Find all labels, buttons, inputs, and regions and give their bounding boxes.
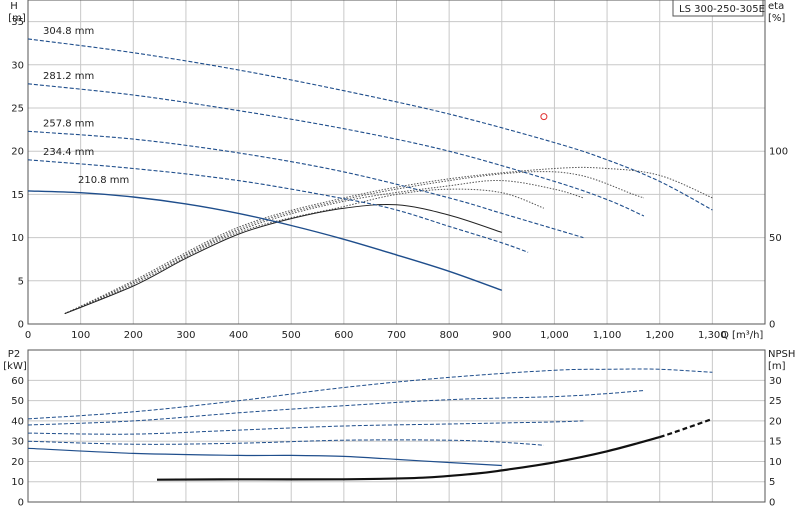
power-curve bbox=[27, 390, 644, 426]
head-curve bbox=[27, 159, 529, 253]
power-axis-label: P2 bbox=[8, 349, 20, 360]
head-curve-label: 304.8 mm bbox=[43, 26, 94, 37]
npsh-axis-label: NPSH bbox=[768, 349, 795, 360]
bottom-right-tick-label: 30 bbox=[769, 376, 782, 387]
top-left-tick-label: 15 bbox=[11, 190, 24, 201]
x-tick-label: 100 bbox=[71, 330, 90, 341]
top-left-tick-label: 25 bbox=[11, 104, 24, 115]
x-tick-label: 1,000 bbox=[540, 330, 569, 341]
head-axis-unit: [m] bbox=[8, 13, 26, 24]
top-right-tick-label: 100 bbox=[769, 147, 788, 158]
bottom-left-tick-label: 40 bbox=[11, 416, 24, 427]
efficiency-curve bbox=[64, 204, 502, 315]
bottom-right-tick-label: 5 bbox=[769, 477, 775, 488]
bottom-left-tick-label: 60 bbox=[11, 376, 24, 387]
npsh-curve bbox=[659, 417, 713, 439]
x-tick-label: 1,100 bbox=[593, 330, 622, 341]
bottom-left-tick-label: 0 bbox=[18, 498, 24, 509]
x-tick-label: 800 bbox=[440, 330, 459, 341]
bottom-left-tick-label: 30 bbox=[11, 437, 24, 448]
power-curve bbox=[27, 368, 713, 420]
top-left-tick-label: 5 bbox=[18, 276, 24, 287]
bottom-right-tick-label: 25 bbox=[769, 396, 782, 407]
top-right-tick-label: 0 bbox=[769, 320, 775, 331]
x-axis-title: Q [m³/h] bbox=[721, 330, 763, 341]
power-curve bbox=[27, 420, 584, 435]
efficiency-curve bbox=[64, 180, 584, 315]
x-tick-label: 600 bbox=[334, 330, 353, 341]
head-curve-label: 234.4 mm bbox=[43, 147, 94, 158]
bottom-left-tick-label: 20 bbox=[11, 457, 24, 468]
head-axis-label: H bbox=[10, 1, 18, 12]
bottom-left-tick-label: 50 bbox=[11, 396, 24, 407]
x-tick-label: 300 bbox=[176, 330, 195, 341]
x-tick-label: 900 bbox=[492, 330, 511, 341]
x-tick-label: 700 bbox=[387, 330, 406, 341]
top-left-tick-label: 30 bbox=[11, 60, 24, 71]
efficiency-curve bbox=[64, 188, 545, 315]
power-curve bbox=[27, 439, 544, 446]
eta-axis-unit: [%] bbox=[768, 13, 785, 24]
top-left-tick-label: 10 bbox=[11, 233, 24, 244]
power-axis-unit: [kW] bbox=[3, 361, 27, 372]
head-curve-label: 257.8 mm bbox=[43, 118, 94, 129]
x-tick-label: 400 bbox=[229, 330, 248, 341]
top-right-tick-label: 50 bbox=[769, 233, 782, 244]
bottom-right-tick-label: 20 bbox=[769, 416, 782, 427]
bottom-left-tick-label: 10 bbox=[11, 477, 24, 488]
head-curve-label: 210.8 mm bbox=[78, 175, 129, 186]
operating-point-marker bbox=[540, 113, 548, 121]
bottom-right-tick-label: 15 bbox=[769, 437, 782, 448]
bottom-right-tick-label: 0 bbox=[769, 498, 775, 509]
eta-axis-label: eta bbox=[768, 1, 784, 12]
efficiency-curve bbox=[64, 166, 713, 315]
x-tick-label: 1,200 bbox=[645, 330, 674, 341]
top-left-tick-label: 0 bbox=[18, 320, 24, 331]
head-curve-label: 281.2 mm bbox=[43, 71, 94, 82]
npsh-axis-unit: [m] bbox=[768, 361, 786, 372]
power-curve bbox=[27, 447, 502, 467]
x-tick-label: 200 bbox=[124, 330, 143, 341]
bottom-right-tick-label: 10 bbox=[769, 457, 782, 468]
pump-curve-svg: 051015202530350501000 100 200 300 400 500 600 7… bbox=[3, 0, 795, 509]
head-curve bbox=[27, 190, 503, 291]
top-left-tick-label: 20 bbox=[11, 147, 24, 158]
pump-id-label: LS 300-250-305E bbox=[679, 4, 765, 15]
pump-curve-chart: 0 5 10 15 20 25 30 35 0 50 100 0 100 200 300 400 500 600 7… bbox=[0, 0, 800, 520]
x-tick-label: 0 bbox=[25, 330, 31, 341]
x-tick-label: 500 bbox=[282, 330, 301, 341]
